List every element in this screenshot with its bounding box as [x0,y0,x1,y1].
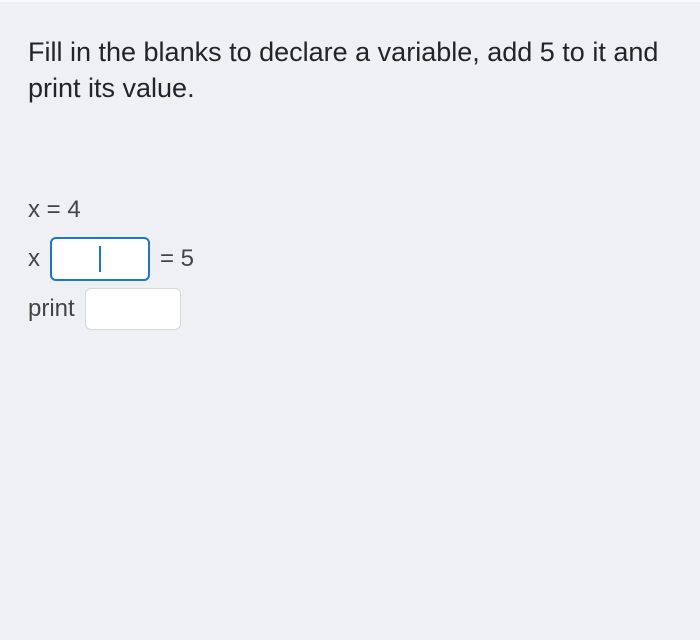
blank-input-2[interactable] [85,288,181,330]
code-area: x = 4 x = 5 print [28,187,672,332]
code-line-2: x = 5 [28,236,672,282]
question-text: Fill in the blanks to declare a variable… [28,34,672,107]
blank-input-1[interactable] [50,237,150,281]
code-text-1: x = 4 [28,187,81,233]
code-line-3: print [28,286,672,332]
code-line-1: x = 4 [28,187,672,233]
code-text-2-before: x [28,236,40,282]
code-text-2-after: = 5 [160,236,194,282]
code-text-3-before: print [28,286,75,332]
